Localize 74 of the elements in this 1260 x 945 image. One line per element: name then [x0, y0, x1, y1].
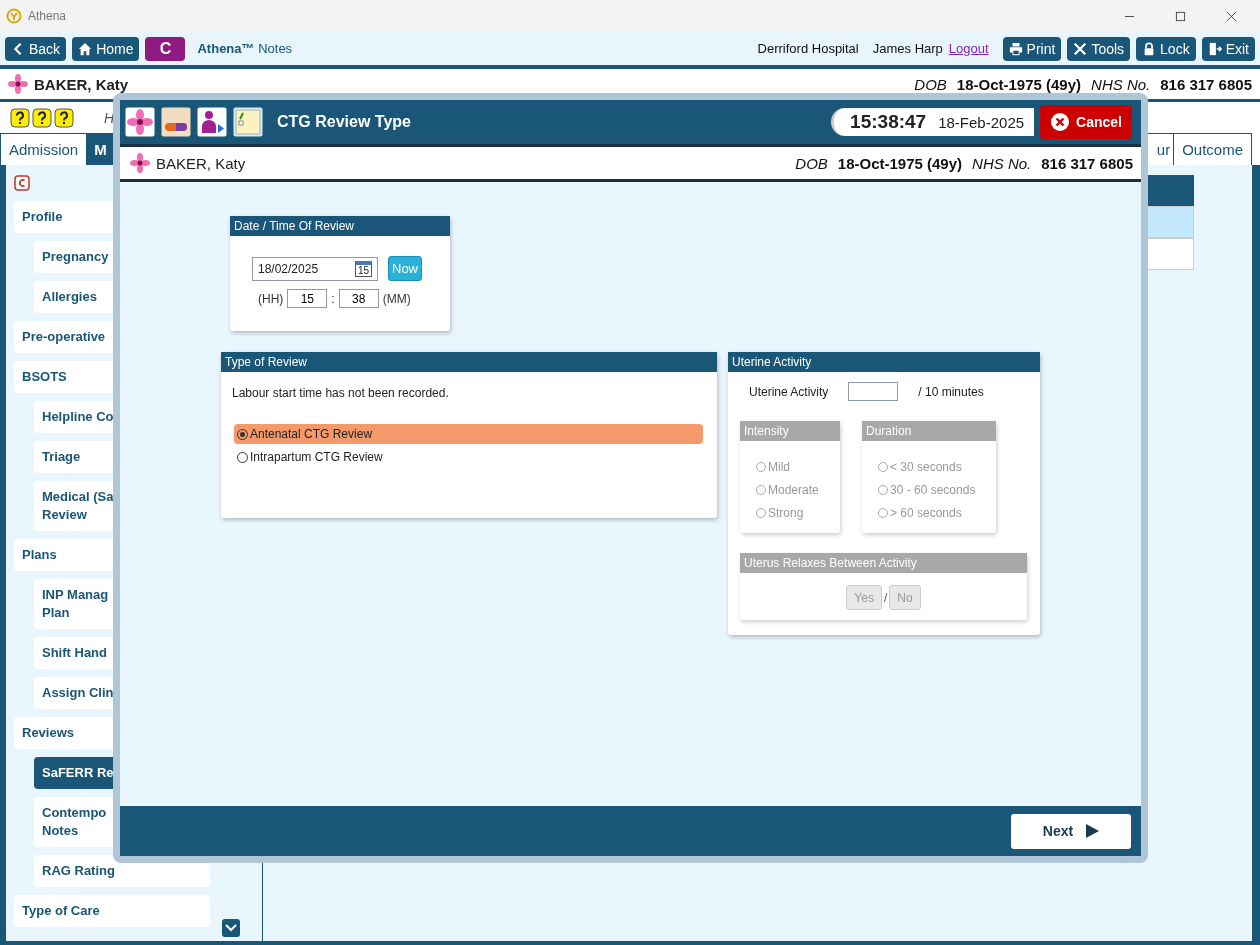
hours-label: (HH) — [258, 291, 284, 306]
flower-icon — [8, 74, 28, 94]
time-separator: : — [331, 291, 335, 306]
logout-link[interactable]: Logout — [948, 41, 989, 56]
next-button[interactable]: Next — [1011, 813, 1131, 849]
dob-value: 18-Oct-1975 (49y) — [956, 75, 1082, 93]
radio-option: Strong — [756, 501, 840, 524]
notepad-icon[interactable] — [233, 107, 263, 137]
nhs-number: 816 317 6805 — [1041, 154, 1133, 172]
field-suffix: / 10 minutes — [918, 384, 984, 399]
user-name: James Harp — [872, 41, 943, 56]
minutes-label: (MM) — [382, 291, 411, 306]
flower-icon — [130, 153, 150, 173]
sidebar-item[interactable]: Type of Care — [14, 895, 210, 927]
radio-option: < 30 seconds — [878, 455, 996, 478]
tools-button[interactable]: Tools — [1067, 36, 1131, 61]
panel-title: Uterine Activity — [728, 352, 1040, 372]
date-field[interactable]: 18/02/2025 15 — [252, 256, 378, 281]
lock-button[interactable]: Lock — [1136, 36, 1196, 61]
radio-option[interactable]: Intrapartum CTG Review — [234, 447, 703, 467]
panel-title: Date / Time Of Review — [230, 216, 450, 236]
group-title: Uterus Relaxes Between Activity — [740, 553, 1027, 573]
play-arrow-icon — [1085, 824, 1100, 838]
nhs-label: NHS No. — [972, 154, 1032, 172]
radio-option: > 60 seconds — [878, 501, 996, 524]
minutes-field[interactable]: 38 — [338, 289, 379, 308]
maximize-icon[interactable] — [1175, 10, 1186, 22]
close-icon[interactable] — [1226, 10, 1237, 22]
dob-label: DOB — [795, 154, 828, 172]
info-message: Labour start time has not been recorded. — [231, 385, 450, 400]
home-icon — [78, 41, 93, 56]
radio-option: Mild — [756, 455, 840, 478]
clock-date: 18-Feb-2025 — [938, 113, 1025, 131]
window-title: Athena — [28, 9, 67, 23]
calendar-icon[interactable]: 15 — [354, 260, 372, 277]
contractions-field[interactable] — [848, 382, 899, 401]
field-label: Uterine Activity — [749, 384, 829, 399]
printer-icon — [1008, 41, 1023, 56]
patient-name: BAKER, Katy — [34, 75, 129, 93]
exit-button[interactable]: Exit — [1201, 36, 1255, 61]
close-icon — [1050, 112, 1071, 132]
group-title: Duration — [862, 421, 996, 441]
panel-title: Type of Review — [221, 352, 717, 372]
help-icon[interactable] — [10, 107, 30, 128]
dob-label: DOB — [914, 75, 947, 93]
nhs-number: 816 317 6805 — [1160, 75, 1252, 93]
patient-name: BAKER, Katy — [156, 154, 246, 172]
c-button[interactable]: C — [145, 36, 186, 61]
exit-icon — [1207, 41, 1222, 56]
flower-icon[interactable] — [125, 107, 155, 137]
tab[interactable]: Admission — [0, 133, 88, 165]
group-title: Intensity — [740, 421, 840, 441]
hours-field[interactable]: 15 — [287, 289, 328, 308]
help-icon[interactable] — [32, 107, 52, 128]
app-name: Athena™ Notes — [197, 41, 293, 56]
scroll-down-icon[interactable] — [222, 919, 240, 937]
cancel-button[interactable]: Cancel — [1040, 105, 1132, 139]
dialog-title: CTG Review Type — [277, 113, 411, 131]
radio-option[interactable]: Antenatal CTG Review — [234, 424, 703, 444]
nhs-label: NHS No. — [1091, 75, 1151, 93]
clock-time: 15:38:47 — [850, 111, 927, 133]
c-icon — [14, 175, 30, 191]
tab[interactable]: Outcome — [1173, 133, 1252, 165]
hospital-name: Derriford Hospital — [757, 41, 859, 56]
app-logo-icon — [6, 8, 22, 24]
capsule-icon[interactable] — [161, 107, 191, 137]
dob-value: 18-Oct-1975 (49y) — [837, 154, 963, 172]
back-button[interactable]: Back — [5, 36, 67, 61]
help-icon[interactable] — [54, 107, 74, 128]
radio-option: 30 - 60 seconds — [878, 478, 996, 501]
print-button[interactable]: Print — [1002, 36, 1062, 61]
home-button[interactable]: Home — [72, 36, 140, 61]
radio-option: Moderate — [756, 478, 840, 501]
separator-text: / — [883, 590, 888, 605]
